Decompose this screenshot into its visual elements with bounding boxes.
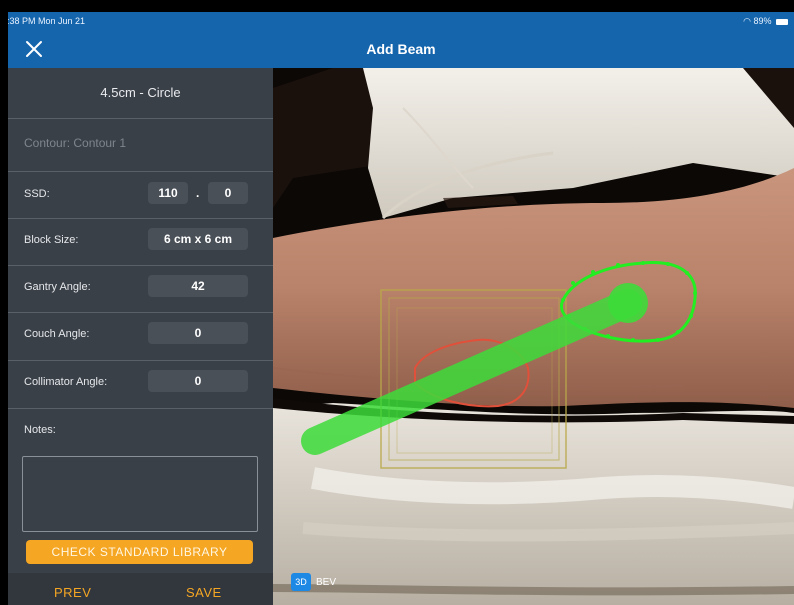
ssd-label: SSD: (24, 188, 50, 200)
bottom-action-bar: PREV SAVE (8, 573, 273, 605)
divider (8, 218, 273, 219)
couch-angle-field[interactable]: 0 (148, 322, 248, 344)
gantry-angle-row: Gantry Angle: 42 (8, 269, 273, 307)
status-bar: 2:38 PM Mon Jun 21 ◠ 89% (8, 12, 794, 30)
collimator-angle-row: Collimator Angle: 0 (8, 364, 273, 402)
collimator-angle-field[interactable]: 0 (148, 370, 248, 392)
beam-settings-panel: 4.5cm - Circle Contour: Contour 1 SSD: 1… (8, 68, 273, 605)
arm-scan-render[interactable] (273, 68, 794, 605)
ssd-row: SSD: 110 . 0 (8, 176, 273, 214)
beam-entry-point (608, 283, 648, 323)
divider (8, 408, 273, 409)
status-time: 2:38 PM Mon Jun 21 (8, 16, 86, 26)
block-size-field[interactable]: 6 cm x 6 cm (148, 228, 248, 250)
bev-label[interactable]: BEV (316, 577, 336, 588)
collimator-angle-label: Collimator Angle: (24, 376, 108, 388)
wifi-icon: ◠ (743, 16, 751, 26)
ssd-separator: . (196, 186, 200, 200)
gantry-angle-label: Gantry Angle: (24, 281, 91, 293)
status-battery-area: ◠ 89% (743, 16, 788, 27)
app-frame: 2:38 PM Mon Jun 21 ◠ 89% Add Beam 4.5cm … (8, 12, 794, 605)
couch-angle-row: Couch Angle: 0 (8, 316, 273, 354)
contour-label: Contour: Contour 1 (24, 136, 127, 150)
view-mode-toggle[interactable]: 3D BEV (291, 573, 336, 591)
couch-angle-label: Couch Angle: (24, 328, 90, 340)
check-standard-library-button[interactable]: CHECK STANDARD LIBRARY (26, 540, 253, 564)
prev-button[interactable]: PREV (54, 585, 91, 600)
ssd-major-field[interactable]: 110 (148, 182, 188, 204)
battery-icon (776, 18, 788, 25)
navigation-bar: Add Beam (8, 30, 794, 68)
notes-textarea[interactable] (22, 456, 258, 532)
3d-badge[interactable]: 3D (291, 573, 311, 591)
divider (8, 360, 273, 361)
block-size-label: Block Size: (24, 234, 79, 246)
beam-title: 4.5cm - Circle (100, 85, 181, 100)
battery-percent: 89% (753, 16, 772, 26)
divider (8, 312, 273, 313)
page-title: Add Beam (366, 41, 436, 57)
3d-viewport[interactable]: 3D BEV (273, 68, 794, 605)
divider (8, 118, 273, 119)
divider (8, 171, 273, 172)
notes-label: Notes: (24, 424, 56, 436)
save-button[interactable]: SAVE (186, 585, 222, 600)
ssd-minor-field[interactable]: 0 (208, 182, 248, 204)
block-size-row: Block Size: 6 cm x 6 cm (8, 222, 273, 260)
gantry-angle-field[interactable]: 42 (148, 275, 248, 297)
divider (8, 265, 273, 266)
